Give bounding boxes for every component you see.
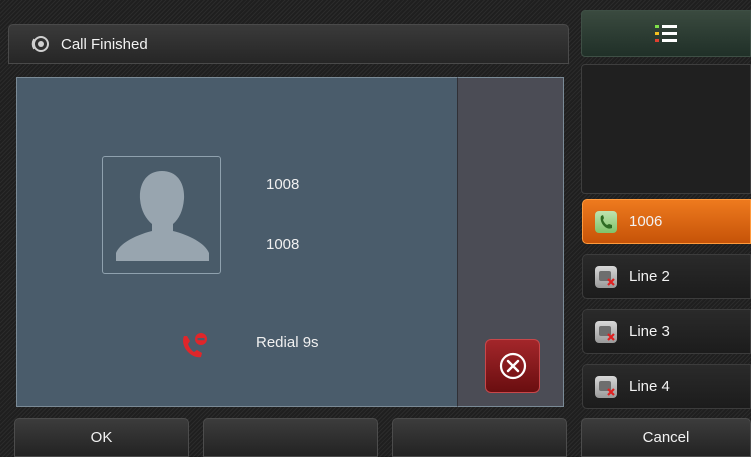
close-icon: [499, 352, 526, 380]
redial-countdown: Redial 9s: [256, 334, 319, 351]
softkey-2[interactable]: [203, 418, 378, 457]
line-unregistered-icon: [595, 320, 617, 343]
softkey-ok[interactable]: OK: [14, 418, 189, 457]
contact-number: 1008: [266, 236, 300, 253]
contact-name: 1008: [266, 176, 300, 193]
line-label: 1006: [629, 213, 663, 230]
contact-avatar: [102, 156, 221, 274]
line-key-4[interactable]: Line 4: [582, 364, 751, 409]
line-key-2[interactable]: Line 2: [582, 254, 751, 299]
line-label: Line 3: [629, 323, 670, 340]
menu-list-icon: [655, 24, 677, 42]
line-label: Line 4: [629, 378, 670, 395]
phone-icon: [595, 210, 617, 233]
line-unregistered-icon: [595, 265, 617, 288]
line-key-3[interactable]: Line 3: [582, 309, 751, 354]
line-label: Line 2: [629, 268, 670, 285]
softkey-cancel[interactable]: Cancel: [581, 418, 751, 457]
end-call-button[interactable]: [485, 339, 540, 393]
call-status-header: Call Finished: [8, 24, 569, 64]
redial-icon: [179, 331, 209, 359]
menu-button[interactable]: [581, 10, 751, 57]
speaker-icon: [31, 35, 49, 53]
line-unregistered-icon: [595, 375, 617, 398]
status-display-area: [581, 64, 751, 194]
header-title: Call Finished: [61, 35, 148, 53]
line-key-1[interactable]: 1006: [582, 199, 751, 244]
softkey-3[interactable]: [392, 418, 567, 457]
